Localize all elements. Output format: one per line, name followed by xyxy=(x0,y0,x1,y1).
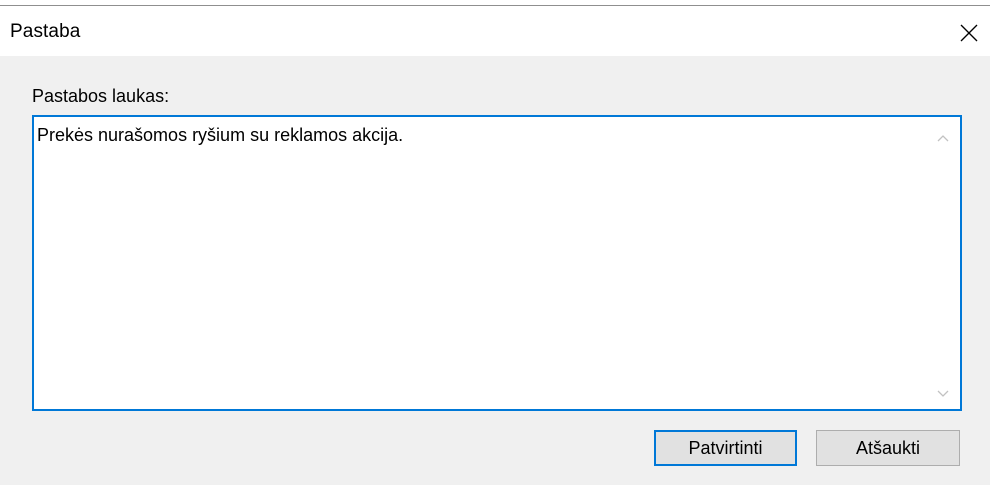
dialog-title: Pastaba xyxy=(10,21,81,42)
scroll-down-button[interactable] xyxy=(926,379,960,409)
note-dialog: Pastaba Pastabos laukas: Prekės nurašomo… xyxy=(0,0,990,485)
vertical-scrollbar[interactable] xyxy=(926,117,960,409)
confirm-button[interactable]: Patvirtinti xyxy=(654,430,797,466)
note-text: Prekės nurašomos ryšium su reklamos akci… xyxy=(37,125,404,145)
title-bar[interactable]: Pastaba xyxy=(0,6,990,56)
chevron-up-icon xyxy=(937,135,949,142)
chevron-down-icon xyxy=(937,390,949,397)
dialog-body: Pastabos laukas: Prekės nurašomos ryšium… xyxy=(0,56,990,485)
close-icon xyxy=(960,24,978,42)
note-field-label: Pastabos laukas: xyxy=(32,86,170,106)
scroll-up-button[interactable] xyxy=(926,123,960,153)
note-textarea[interactable]: Prekės nurašomos ryšium su reklamos akci… xyxy=(32,115,962,411)
close-button[interactable] xyxy=(948,14,990,52)
cancel-button[interactable]: Atšaukti xyxy=(816,430,960,466)
